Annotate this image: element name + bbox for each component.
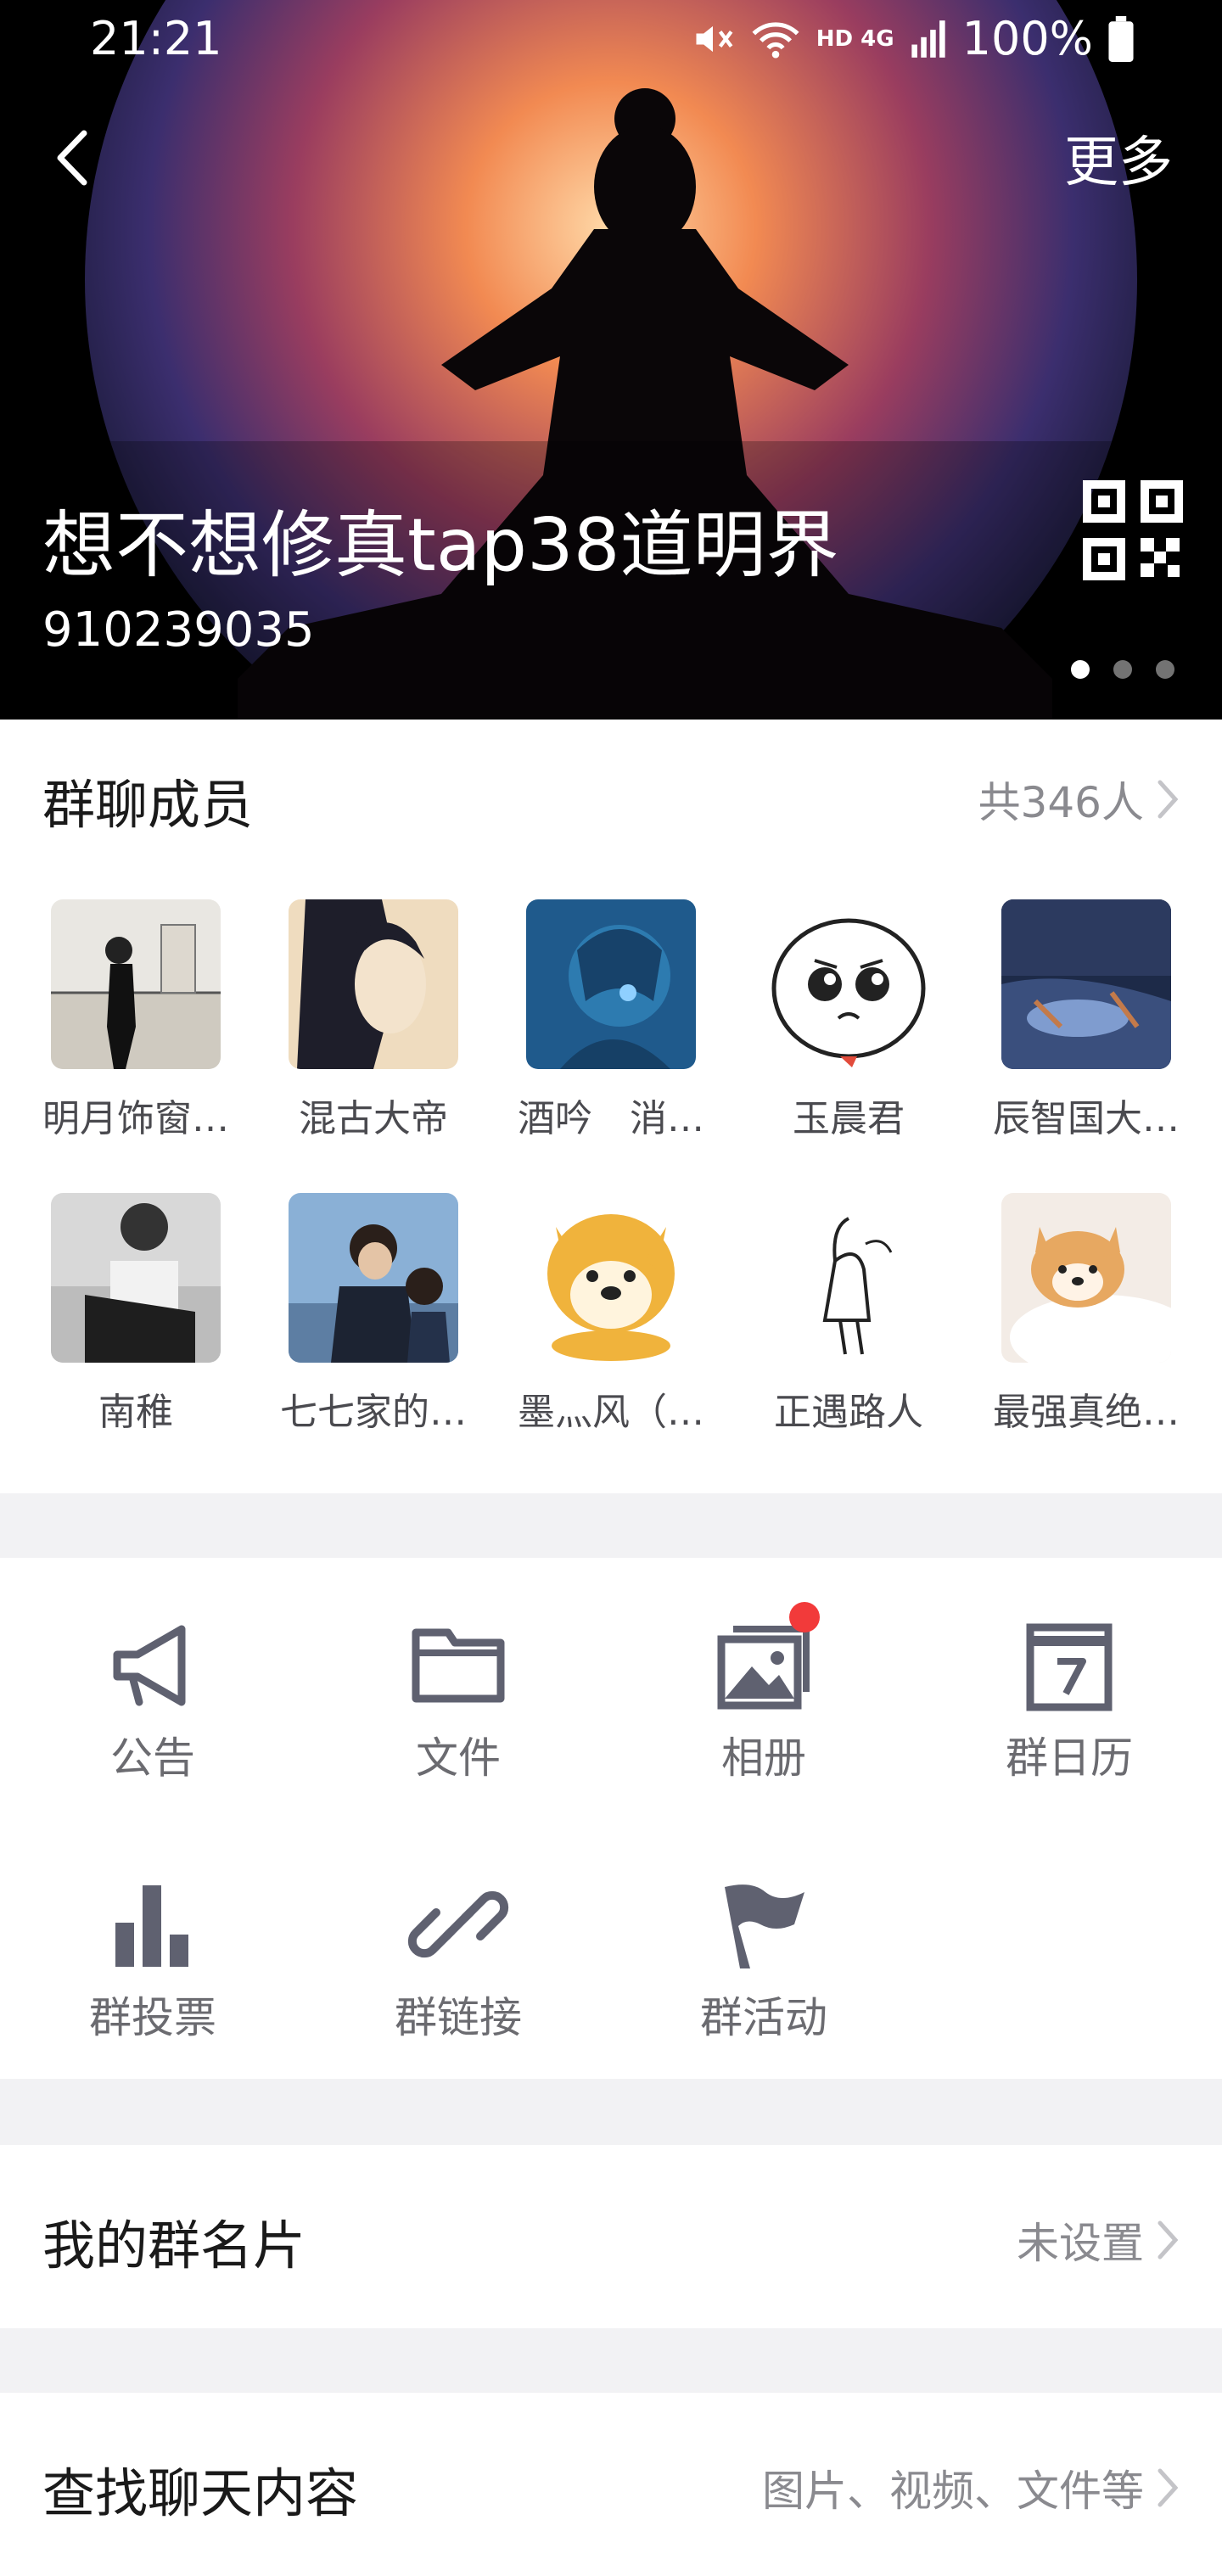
- group-name: 想不想修真tap38道明界: [42, 503, 839, 588]
- calendar-button[interactable]: 群日历: [959, 1614, 1180, 1785]
- chevron-left-icon: [57, 130, 87, 186]
- member-name: 墨灬风（…: [518, 1391, 704, 1434]
- member-item[interactable]: 墨灬风（…: [492, 1193, 730, 1436]
- album-button[interactable]: 相册: [653, 1602, 874, 1785]
- vote-button[interactable]: 群投票: [42, 1873, 263, 2045]
- member-name: 南稚: [98, 1391, 173, 1434]
- carousel-dot[interactable]: [1156, 660, 1174, 679]
- flag-icon: [725, 1884, 804, 1968]
- announcement-button[interactable]: 公告: [42, 1614, 263, 1785]
- row-label: 我的群名片: [42, 2215, 306, 2276]
- tool-label: 文件: [416, 1733, 501, 1783]
- qr-code-icon[interactable]: [1083, 480, 1183, 580]
- avatar: [764, 1193, 933, 1363]
- tool-label: 群链接: [395, 1993, 522, 2042]
- search-chat-row[interactable]: 查找聊天内容 图片、视频、文件等: [0, 2393, 1222, 2576]
- member-name: 酒吟 消…: [518, 1097, 704, 1140]
- avatar: [51, 899, 221, 1069]
- avatar: [289, 1193, 458, 1363]
- avatar: [1001, 1193, 1171, 1363]
- calendar-icon: [1026, 1623, 1113, 1711]
- avatar: [526, 899, 696, 1069]
- new-badge: [789, 1602, 820, 1632]
- avatar: [289, 899, 458, 1069]
- row-label: 查找聊天内容: [42, 2462, 359, 2524]
- member-name: 玉晨君: [793, 1097, 905, 1140]
- status-time: 21:21: [90, 12, 222, 65]
- members-count-link[interactable]: 共346人: [978, 769, 1180, 830]
- member-name: 混古大帝: [299, 1097, 448, 1140]
- avatar: [51, 1193, 221, 1363]
- member-item[interactable]: 七七家的…: [255, 1193, 492, 1436]
- files-button[interactable]: 文件: [348, 1614, 569, 1785]
- avatar: [1001, 899, 1171, 1069]
- member-item[interactable]: 混古大帝: [255, 899, 492, 1142]
- group-tools-section: 公告 文件 相册 群日历 群投票 群链接 群活动: [0, 1558, 1222, 2079]
- group-members-section: 群聊成员 共346人 明月饰窗… 混古大帝 酒吟 消… 玉晨君 辰智国大… 南稚…: [0, 720, 1222, 1493]
- bar-chart-icon: [115, 1885, 188, 1967]
- battery-icon: [1108, 15, 1134, 62]
- member-name: 七七家的…: [280, 1391, 467, 1434]
- back-button[interactable]: [31, 117, 112, 199]
- tool-label: 群活动: [700, 1993, 827, 2042]
- chevron-right-icon: [1158, 780, 1179, 819]
- status-icons: HD 4G 100%: [691, 12, 1134, 65]
- status-bar: 21:21 HD 4G 100%: [0, 0, 1222, 81]
- signal-icon: [910, 19, 947, 59]
- carousel-dot[interactable]: [1113, 660, 1132, 679]
- chevron-right-icon: [1158, 2468, 1179, 2507]
- member-item[interactable]: 最强真绝…: [967, 1193, 1205, 1436]
- chevron-right-icon: [1158, 2220, 1179, 2260]
- member-name: 辰智国大…: [993, 1097, 1180, 1140]
- tool-label: 群投票: [89, 1993, 216, 2042]
- my-group-card-row[interactable]: 我的群名片 未设置: [0, 2145, 1222, 2328]
- member-item[interactable]: 酒吟 消…: [492, 899, 730, 1142]
- member-name: 明月饰窗…: [42, 1097, 229, 1140]
- group-header-banner: 21:21 HD 4G 100% 更多 想不想修真tap38道明界 910239…: [0, 0, 1222, 720]
- group-link-button[interactable]: 群链接: [348, 1873, 569, 2045]
- member-item[interactable]: 明月饰窗…: [17, 899, 255, 1142]
- group-id: 910239035: [42, 602, 315, 658]
- member-name: 正遇路人: [774, 1391, 923, 1434]
- network-label: HD 4G: [816, 25, 894, 52]
- megaphone-icon: [113, 1625, 186, 1706]
- folder-icon: [412, 1628, 505, 1703]
- carousel-indicator: [1071, 660, 1174, 679]
- member-item[interactable]: 正遇路人: [730, 1193, 967, 1436]
- member-name: 最强真绝…: [993, 1391, 1180, 1434]
- row-value: 图片、视频、文件等: [762, 2467, 1144, 2516]
- wifi-icon: [750, 17, 801, 61]
- more-button[interactable]: 更多: [1064, 119, 1173, 197]
- tool-label: 群日历: [1006, 1733, 1133, 1783]
- avatar: [764, 899, 933, 1069]
- battery-percent: 100%: [961, 12, 1093, 65]
- member-item[interactable]: 辰智国大…: [967, 899, 1205, 1142]
- row-value: 未设置: [1017, 2219, 1144, 2268]
- tool-label: 相册: [721, 1733, 806, 1783]
- member-item[interactable]: 玉晨君: [730, 899, 967, 1142]
- carousel-dot[interactable]: [1071, 660, 1090, 679]
- tool-label: 公告: [110, 1733, 195, 1783]
- members-title: 群聊成员: [42, 774, 254, 836]
- members-count: 共346人: [978, 778, 1144, 827]
- member-item[interactable]: 南稚: [17, 1193, 255, 1436]
- avatar: [526, 1193, 696, 1363]
- link-icon: [407, 1890, 509, 1958]
- activity-button[interactable]: 群活动: [653, 1873, 874, 2045]
- mute-icon: [691, 17, 735, 61]
